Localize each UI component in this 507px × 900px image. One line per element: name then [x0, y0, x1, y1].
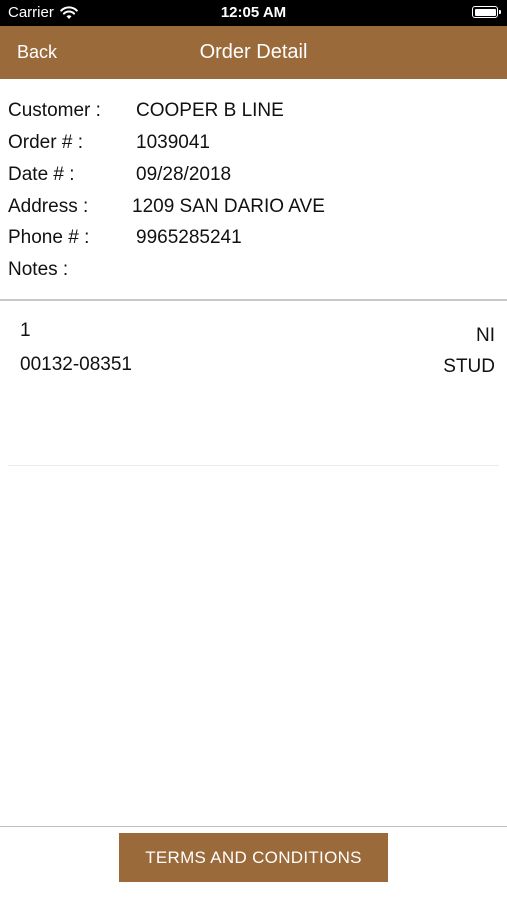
status-bar: Carrier 12:05 AM	[0, 0, 507, 26]
address-label: Address :	[8, 196, 89, 217]
address-value: 1209 SAN DARIO AVE	[132, 196, 325, 217]
list-item[interactable]: 1 00132-08351 NI STUD	[0, 300, 507, 465]
item-quantity: 1	[20, 320, 31, 341]
order-number-value: 1039041	[136, 132, 210, 153]
date-label: Date # :	[8, 164, 75, 185]
navigation-bar: Back Order Detail	[0, 26, 507, 79]
address-row: Address : 1209 SAN DARIO AVE	[0, 191, 507, 223]
order-number-label: Order # :	[8, 132, 83, 153]
date-row: Date # : 09/28/2018	[0, 159, 507, 191]
phone-value: 9965285241	[136, 227, 242, 248]
item-description: NI STUD	[355, 320, 495, 382]
notes-row: Notes :	[0, 254, 507, 286]
phone-row: Phone # : 9965285241	[0, 222, 507, 254]
item-part-number: 00132-08351	[20, 354, 132, 375]
status-time: 12:05 AM	[220, 4, 287, 21]
footer-divider	[0, 826, 507, 827]
battery-icon	[472, 6, 501, 18]
customer-label: Customer :	[8, 100, 101, 121]
item-description-line1: NI	[476, 325, 495, 346]
notes-label: Notes :	[8, 259, 69, 280]
customer-row: Customer : COOPER B LINE	[0, 95, 507, 127]
date-value: 09/28/2018	[136, 164, 232, 185]
terms-and-conditions-button[interactable]: TERMS AND CONDITIONS	[119, 833, 388, 882]
order-number-row: Order # : 1039041	[0, 127, 507, 159]
customer-value: COOPER B LINE	[136, 100, 284, 121]
page-title: Order Detail	[199, 41, 308, 63]
item-description-line2: STUD	[443, 356, 495, 377]
phone-label: Phone # :	[8, 227, 90, 248]
list-separator	[8, 465, 499, 466]
order-info: Customer : COOPER B LINE Order # : 10390…	[0, 79, 507, 299]
